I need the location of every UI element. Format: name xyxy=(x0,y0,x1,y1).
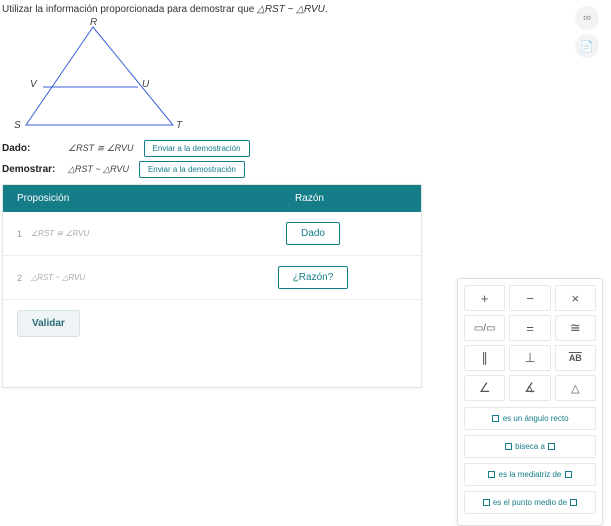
prove-label: Demostrar: xyxy=(2,164,58,175)
label-T: T xyxy=(176,120,182,131)
col-prop: Proposición xyxy=(17,193,212,204)
given-label: Dado: xyxy=(2,143,58,154)
label-V: V xyxy=(30,79,37,90)
pal-angle[interactable]: ∠ xyxy=(464,375,505,401)
pal-perp[interactable]: ⊥ xyxy=(509,345,550,371)
stmt-bisects[interactable]: biseca a xyxy=(464,435,596,458)
pal-triangle[interactable]: △ xyxy=(555,375,596,401)
proof-header: Proposición Razón xyxy=(3,185,421,212)
given-row: Dado: ∠RST ≅ ∠RVU Enviar a la demostraci… xyxy=(2,140,432,157)
pal-segment[interactable]: AB xyxy=(555,345,596,371)
stmt-2: △RST ~ △RVU xyxy=(31,273,219,282)
label-U: U xyxy=(142,79,149,90)
reason-2-button[interactable]: ¿Razón? xyxy=(278,266,349,289)
prove-row: Demostrar: △RST ~ △RVU Enviar a la demos… xyxy=(2,161,432,178)
main-area: Utilizar la información proporcionada pa… xyxy=(0,0,440,388)
validate-row: Validar xyxy=(3,300,421,387)
reason-1-button[interactable]: Dado xyxy=(286,222,340,245)
pal-measured-angle[interactable]: ∡ xyxy=(509,375,550,401)
label-R: R xyxy=(90,17,97,28)
prompt-text: Utilizar la información proporcionada pa… xyxy=(2,4,432,15)
proof-row-2: 2 △RST ~ △RVU ¿Razón? xyxy=(3,256,421,300)
symbol-palette: + − × ▭/▭ = ≅ ∥ ⊥ AB ∠ ∡ △ es un ángulo … xyxy=(457,278,603,526)
pal-times[interactable]: × xyxy=(555,285,596,311)
pal-congruent[interactable]: ≅ xyxy=(555,315,596,341)
proof-row-1: 1 ∠RST ≅ ∠RVU Dado xyxy=(3,212,421,256)
given-expr: ∠RST ≅ ∠RVU xyxy=(68,143,134,154)
pal-frac[interactable]: ▭/▭ xyxy=(464,315,505,341)
stmt-right-angle[interactable]: es un ángulo recto xyxy=(464,407,596,430)
stmt-midpoint[interactable]: es el punto medio de xyxy=(464,491,596,514)
prove-expr: △RST ~ △RVU xyxy=(68,164,129,175)
figure: R V U S T xyxy=(18,17,178,132)
triangle-svg xyxy=(18,17,178,132)
send-given-button[interactable]: Enviar a la demostración xyxy=(144,140,250,157)
link-icon[interactable]: ∞ xyxy=(575,6,599,30)
doc-icon[interactable]: 📄 xyxy=(575,34,599,58)
pal-parallel[interactable]: ∥ xyxy=(464,345,505,371)
pal-equals[interactable]: = xyxy=(509,315,550,341)
label-S: S xyxy=(14,120,21,131)
stmt-perp-bisector[interactable]: es la mediatriz de xyxy=(464,463,596,486)
send-prove-button[interactable]: Enviar a la demostración xyxy=(139,161,245,178)
pal-minus[interactable]: − xyxy=(509,285,550,311)
stmt-1: ∠RST ≅ ∠RVU xyxy=(31,229,219,238)
validate-button[interactable]: Validar xyxy=(17,310,80,337)
col-reason: Razón xyxy=(212,193,407,204)
proof-panel: Proposición Razón 1 ∠RST ≅ ∠RVU Dado 2 △… xyxy=(2,184,422,388)
pal-plus[interactable]: + xyxy=(464,285,505,311)
